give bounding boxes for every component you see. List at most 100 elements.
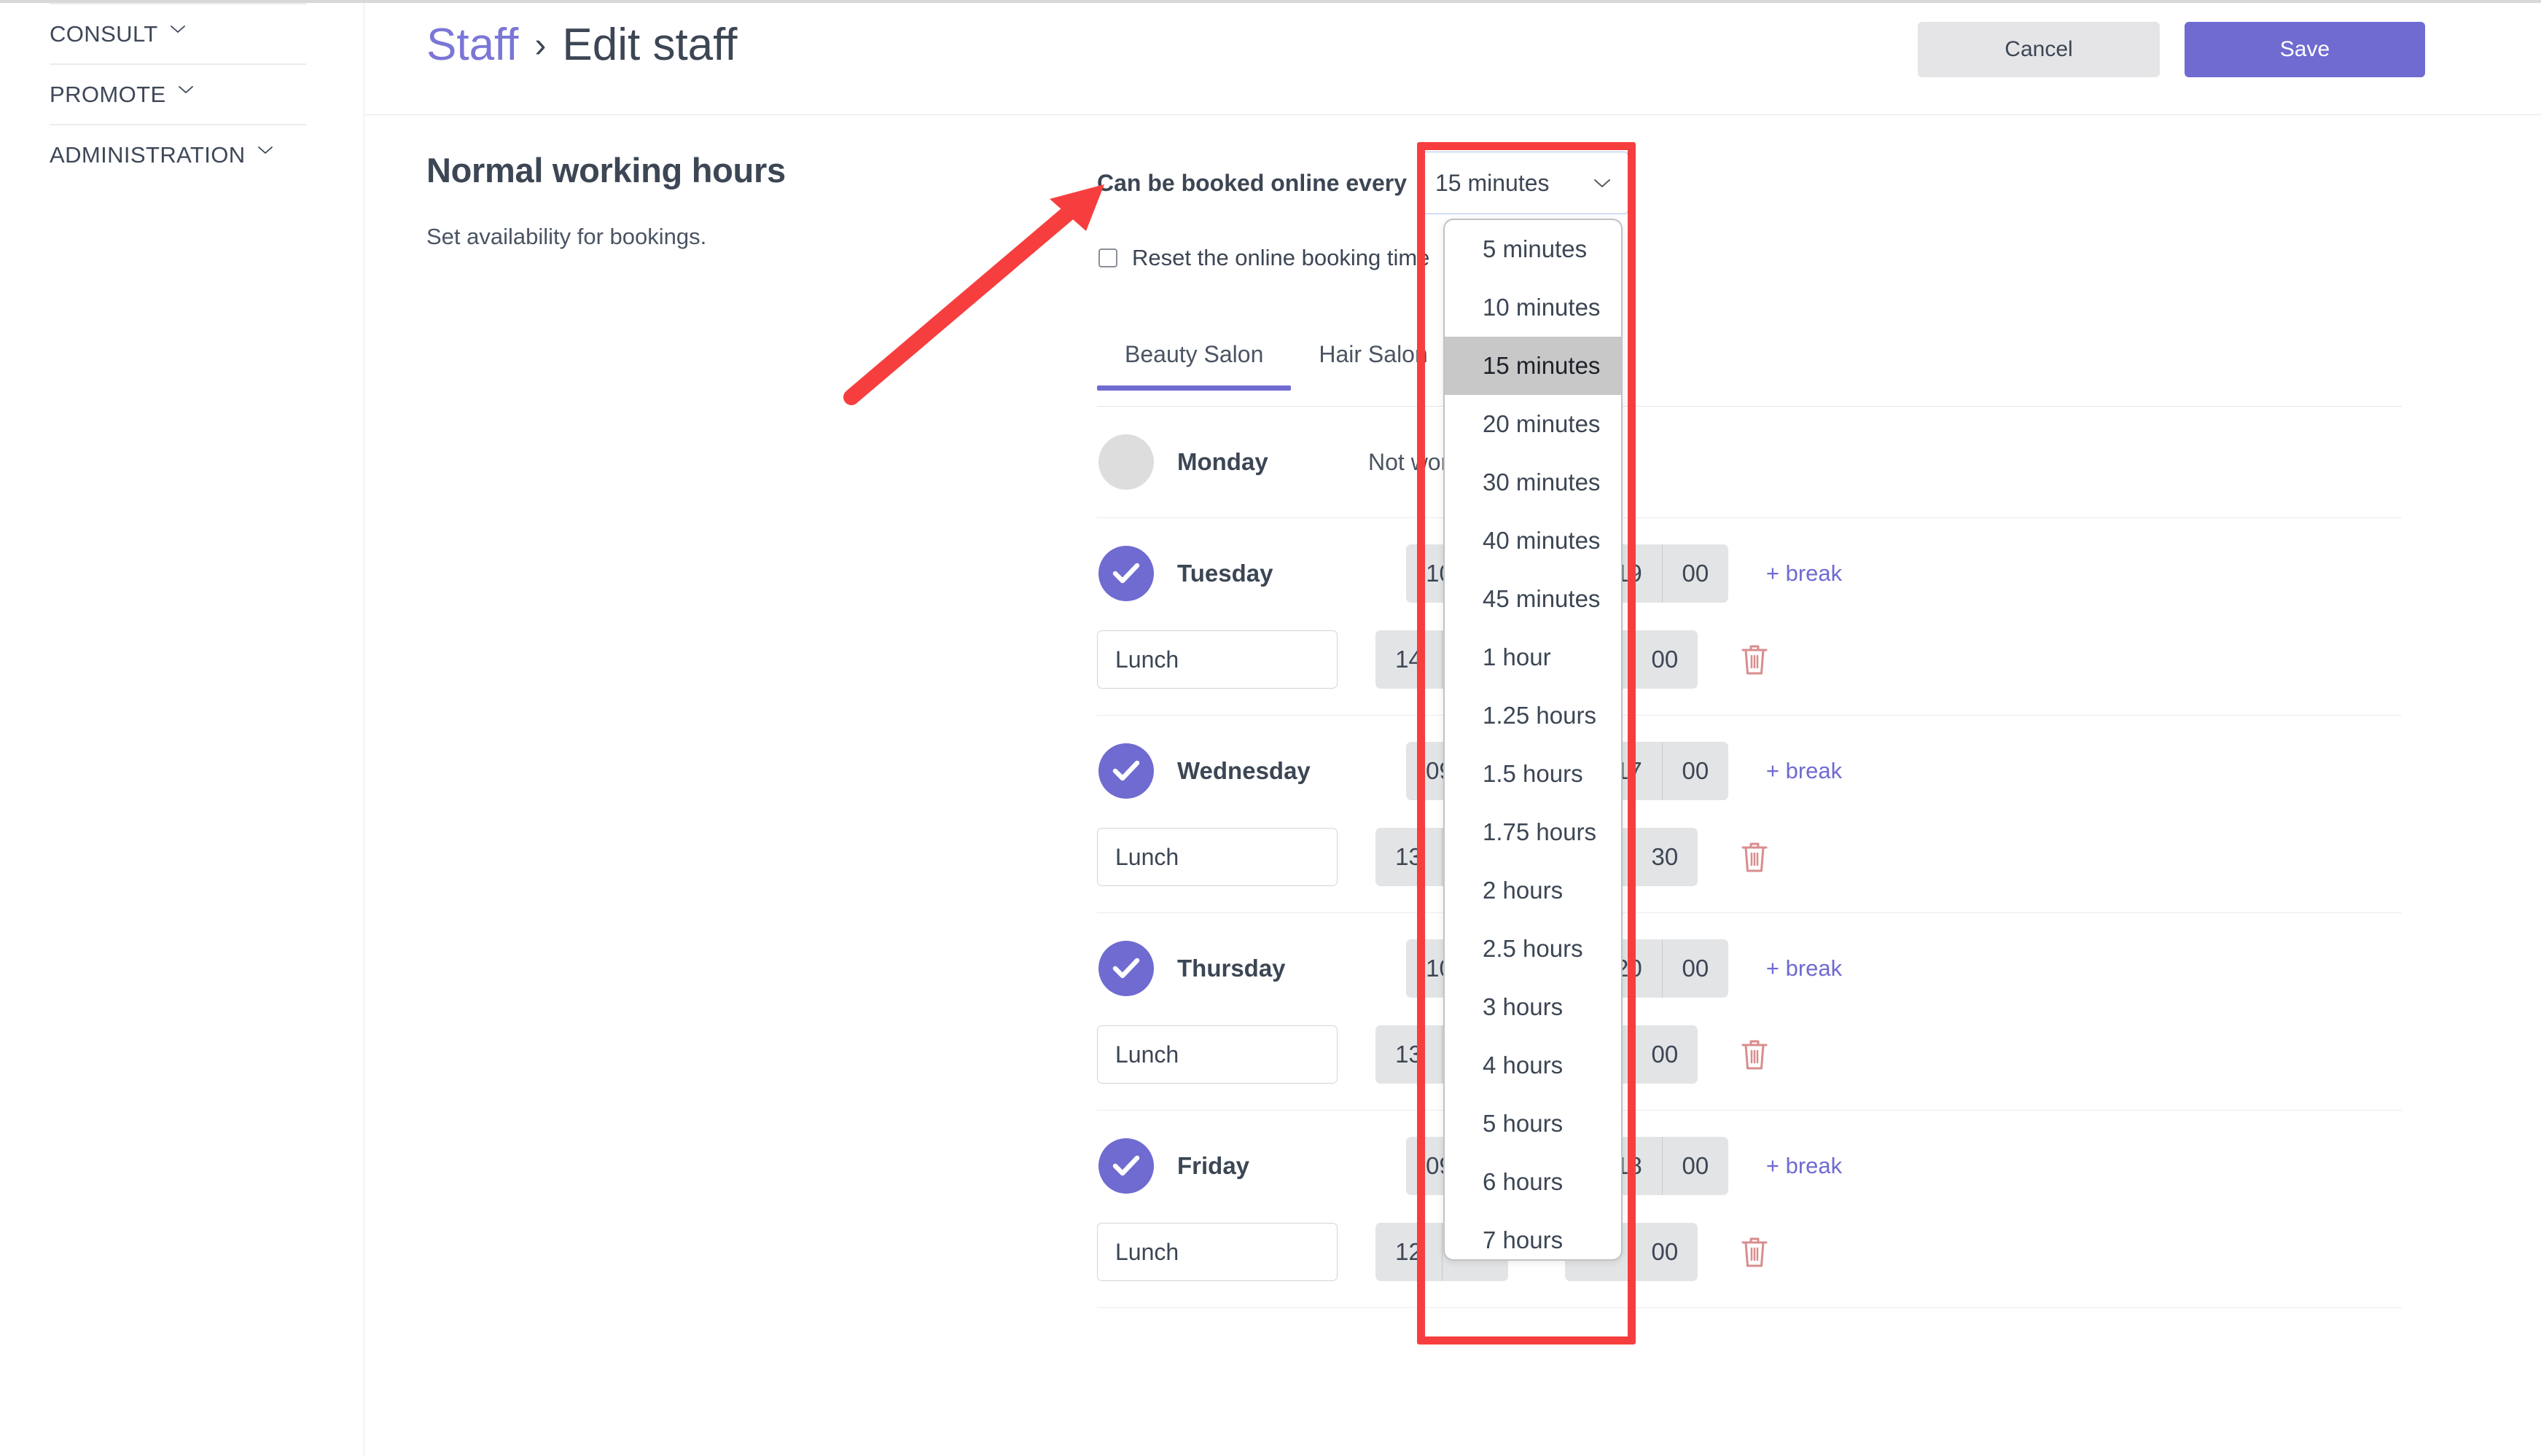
booking-interval-value: 15 minutes	[1435, 169, 1550, 196]
save-button[interactable]: Save	[2185, 22, 2425, 77]
day-toggle-monday[interactable]	[1098, 434, 1154, 490]
dropdown-option-selected[interactable]: 15 minutes	[1445, 337, 1621, 395]
sidebar-item-administration[interactable]: ADMINISTRATION	[50, 124, 306, 184]
delete-break-friday-button[interactable]	[1738, 1233, 1771, 1271]
end-minute-cell[interactable]: 00	[1661, 544, 1728, 603]
dropdown-option[interactable]: 1.75 hours	[1445, 803, 1621, 861]
break-start-hour-cell[interactable]: 13	[1375, 1025, 1442, 1084]
dropdown-option[interactable]: 3 hours	[1445, 978, 1621, 1036]
sidebar-item-label: CONSULT	[50, 20, 158, 47]
dropdown-option[interactable]: 10 minutes	[1445, 278, 1621, 337]
chevron-down-icon	[178, 85, 193, 99]
booking-interval-select[interactable]: 15 minutes	[1417, 152, 1628, 214]
break-end-minute-cell[interactable]: 30	[1631, 828, 1698, 886]
dropdown-option[interactable]: 1.5 hours	[1445, 745, 1621, 803]
break-row-friday: 12 00 to 13 00	[1097, 1208, 2402, 1307]
cancel-button[interactable]: Cancel	[1918, 22, 2160, 77]
break-row-tuesday: 14 00 to 15 00	[1097, 616, 2402, 715]
tab-hair-salon[interactable]: Hair Salon	[1291, 341, 1455, 390]
page-title: Edit staff	[562, 20, 738, 70]
check-icon	[1112, 760, 1140, 781]
break-name-input[interactable]	[1097, 828, 1338, 886]
day-rows: Monday Not working this day Tuesday	[1097, 407, 2402, 1308]
day-row-thursday: Thursday 10 00 to 20 00	[1097, 913, 2402, 1111]
sidebar-item-consult[interactable]: CONSULT	[50, 3, 306, 63]
dropdown-option[interactable]: 20 minutes	[1445, 395, 1621, 453]
dropdown-option[interactable]: 5 hours	[1445, 1095, 1621, 1153]
day-row-monday: Monday Not working this day	[1097, 407, 2402, 518]
delete-break-tuesday-button[interactable]	[1738, 641, 1771, 678]
dropdown-option[interactable]: 5 minutes	[1445, 220, 1621, 278]
break-start-hour-cell[interactable]: 13	[1375, 828, 1442, 886]
add-break-friday[interactable]: + break	[1766, 1153, 1842, 1179]
salon-tabs: Beauty Salon Hair Salon	[1097, 341, 2402, 407]
break-row-wednesday: 13 00 to 14 30	[1097, 813, 2402, 912]
tab-beauty-salon[interactable]: Beauty Salon	[1097, 341, 1292, 391]
dropdown-option[interactable]: 2 hours	[1445, 861, 1621, 920]
chevron-down-icon	[170, 24, 185, 39]
break-name-input[interactable]	[1097, 1223, 1338, 1281]
day-row-tuesday: Tuesday 10 00 to 19 00	[1097, 518, 2402, 716]
check-icon	[1112, 1155, 1140, 1176]
breadcrumb-staff-link[interactable]: Staff	[426, 19, 518, 71]
add-break-wednesday[interactable]: + break	[1766, 758, 1842, 784]
dropdown-option[interactable]: 45 minutes	[1445, 570, 1621, 628]
chevron-down-icon	[1593, 177, 1612, 189]
add-break-thursday[interactable]: + break	[1766, 955, 1842, 982]
break-name-input[interactable]	[1097, 1025, 1338, 1084]
add-break-tuesday[interactable]: + break	[1766, 560, 1842, 587]
trash-icon	[1741, 645, 1768, 675]
booking-interval-dropdown[interactable]: 5 minutes 10 minutes 15 minutes 20 minut…	[1443, 219, 1623, 1261]
reset-booking-time-checkbox[interactable]	[1098, 248, 1117, 267]
dropdown-option[interactable]: 6 hours	[1445, 1153, 1621, 1211]
break-name-input[interactable]	[1097, 630, 1338, 689]
booking-interval-row: Can be booked online every 15 minutes	[1097, 152, 1628, 214]
dropdown-option[interactable]: 1 hour	[1445, 628, 1621, 686]
reset-booking-time-row[interactable]: Reset the online booking time	[1098, 245, 1429, 271]
day-label-thursday: Thursday	[1177, 955, 1286, 982]
check-icon	[1112, 563, 1140, 584]
dropdown-option[interactable]: 7 hours	[1445, 1211, 1621, 1259]
dropdown-option[interactable]: 30 minutes	[1445, 453, 1621, 512]
sidebar-item-label: ADMINISTRATION	[50, 141, 246, 168]
sidebar-item-promote[interactable]: PROMOTE	[50, 63, 306, 124]
break-end-minute-cell[interactable]: 00	[1631, 630, 1698, 689]
dropdown-option[interactable]: 1.25 hours	[1445, 686, 1621, 745]
dropdown-option[interactable]: 40 minutes	[1445, 512, 1621, 570]
dropdown-option[interactable]: 2.5 hours	[1445, 920, 1621, 978]
breadcrumb: Staff › Edit staff	[426, 19, 738, 71]
section-subtitle: Set availability for bookings.	[426, 224, 707, 249]
page-header: Staff › Edit staff Cancel Save	[365, 3, 2541, 115]
trash-icon	[1741, 1040, 1768, 1070]
check-icon	[1112, 958, 1140, 979]
day-label-friday: Friday	[1177, 1152, 1250, 1179]
end-minute-cell[interactable]: 00	[1661, 742, 1728, 800]
reset-booking-time-label: Reset the online booking time	[1132, 245, 1430, 270]
day-label-tuesday: Tuesday	[1177, 560, 1273, 587]
end-minute-cell[interactable]: 00	[1661, 1137, 1728, 1195]
day-toggle-wednesday[interactable]	[1098, 743, 1154, 799]
break-end-minute-cell[interactable]: 00	[1631, 1025, 1698, 1084]
break-start-hour-cell[interactable]: 14	[1375, 630, 1442, 689]
break-start-hour-cell[interactable]: 12	[1375, 1223, 1442, 1281]
delete-break-thursday-button[interactable]	[1738, 1036, 1771, 1073]
trash-icon	[1741, 842, 1768, 872]
section-description: Normal working hours Set availability fo…	[426, 150, 951, 250]
day-toggle-thursday[interactable]	[1098, 941, 1154, 996]
day-toggle-friday[interactable]	[1098, 1138, 1154, 1194]
sidebar-item-label: PROMOTE	[50, 81, 166, 107]
break-row-thursday: 13 00 to 14 00	[1097, 1011, 2402, 1110]
sidebar: CONSULT PROMOTE ADMINISTRATION	[0, 3, 364, 1456]
delete-break-wednesday-button[interactable]	[1738, 838, 1771, 876]
dropdown-option[interactable]: 4 hours	[1445, 1036, 1621, 1095]
break-end-minute-cell[interactable]: 00	[1631, 1223, 1698, 1281]
day-row-wednesday: Wednesday 09 00 to 17 00	[1097, 716, 2402, 913]
chevron-down-icon	[257, 145, 273, 160]
day-toggle-tuesday[interactable]	[1098, 546, 1154, 601]
breadcrumb-separator-icon: ›	[534, 26, 547, 65]
end-minute-cell[interactable]: 00	[1661, 939, 1728, 998]
day-label-monday: Monday	[1177, 448, 1268, 475]
day-row-friday: Friday 09 00 to 18 00	[1097, 1111, 2402, 1308]
booking-interval-label: Can be booked online every	[1097, 169, 1407, 196]
trash-icon	[1741, 1237, 1768, 1267]
